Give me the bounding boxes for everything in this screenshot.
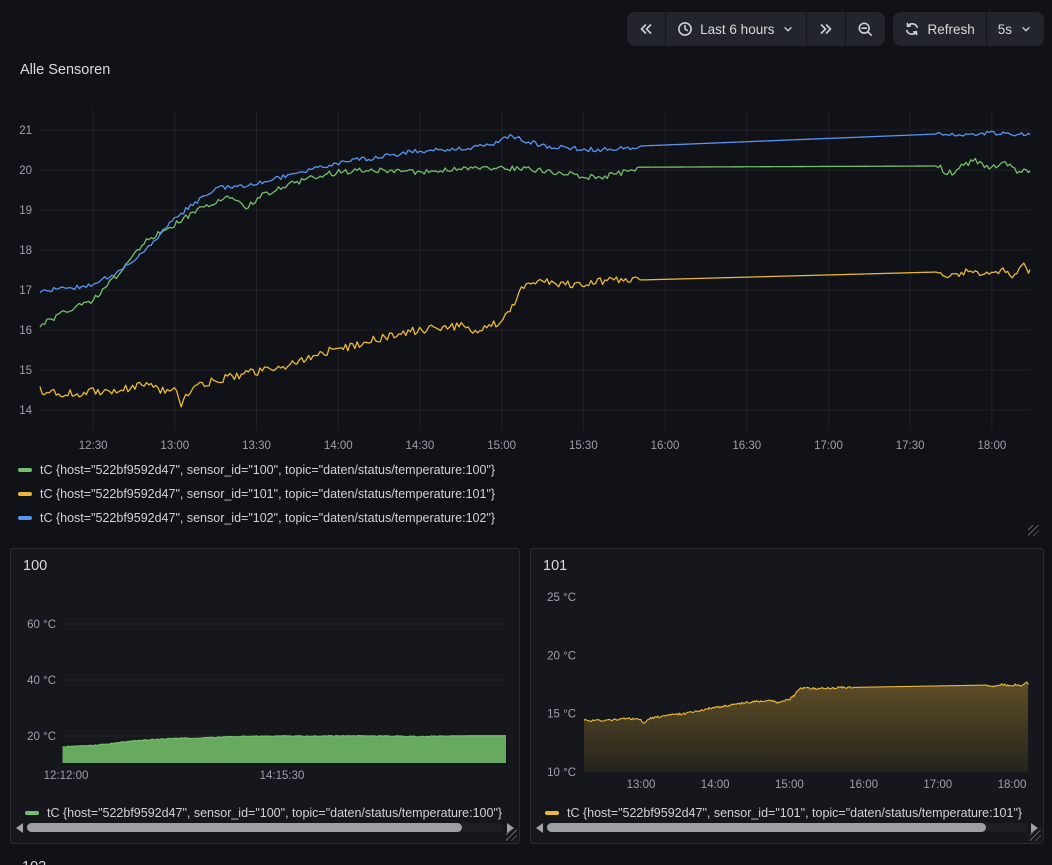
svg-text:20 °C: 20 °C (547, 650, 576, 662)
svg-text:14:15:30: 14:15:30 (260, 770, 305, 782)
time-shift-forward-button[interactable] (806, 12, 845, 46)
horizontal-scrollbar (536, 821, 1038, 834)
series-color-swatch (18, 468, 32, 472)
chevron-down-icon (781, 22, 795, 36)
area-chart-sensor-101[interactable]: 25 °C 20 °C 15 °C 10 °C 13:00 14:00 15:00 16:00… (531, 549, 1041, 799)
svg-text:13:30: 13:30 (242, 440, 271, 452)
refresh-label: Refresh (927, 22, 974, 37)
svg-text:15: 15 (19, 365, 32, 377)
scrollbar-track[interactable] (26, 823, 504, 832)
legend-item[interactable]: tC {host="522bf9592d47", sensor_id="102"… (18, 506, 495, 530)
chevrons-left-icon (638, 21, 654, 37)
svg-text:25 °C: 25 °C (547, 592, 576, 604)
time-range-picker-button[interactable]: Last 6 hours (665, 12, 806, 46)
series-color-swatch (18, 492, 32, 496)
refresh-interval-dropdown[interactable]: 5s (986, 12, 1044, 46)
svg-text:14:30: 14:30 (406, 440, 435, 452)
time-range-button-group: Last 6 hours (627, 12, 885, 46)
legend-item[interactable]: tC {host="522bf9592d47", sensor_id="100"… (18, 458, 495, 482)
legend-label[interactable]: tC {host="522bf9592d47", sensor_id="102"… (40, 511, 495, 525)
scrollbar-thumb[interactable] (27, 823, 462, 832)
panel-title-102[interactable]: 102 (22, 859, 46, 865)
legend-alle-sensoren: tC {host="522bf9592d47", sensor_id="100"… (18, 458, 495, 530)
svg-text:16:30: 16:30 (732, 440, 761, 452)
time-range-label: Last 6 hours (700, 22, 774, 37)
sync-icon (904, 21, 920, 37)
svg-text:16:00: 16:00 (651, 440, 680, 452)
svg-text:20: 20 (19, 165, 32, 177)
legend-label[interactable]: tC {host="522bf9592d47", sensor_id="101"… (567, 806, 1022, 820)
svg-text:14:00: 14:00 (324, 440, 353, 452)
svg-text:19: 19 (19, 205, 32, 217)
chevron-down-icon (1019, 22, 1033, 36)
refresh-button-group: Refresh 5s (893, 12, 1044, 46)
svg-text:10 °C: 10 °C (547, 767, 576, 779)
timeseries-chart-alle-sensoren[interactable]: 21 20 19 18 17 16 15 14 12:30 13:00 13:30 14:00 14:3… (0, 100, 1052, 460)
svg-text:18:00: 18:00 (998, 779, 1027, 791)
area-chart-sensor-100[interactable]: 60 °C 40 °C 20 °C 12:12:00 14:15:30 (11, 549, 517, 799)
svg-text:16:00: 16:00 (849, 779, 878, 791)
panel-100: 100 60 °C40 °C20 °C12:12:0014:15:30 tC {… (10, 548, 520, 844)
svg-text:60 °C: 60 °C (27, 619, 56, 631)
scrollbar-track[interactable] (546, 823, 1028, 832)
svg-text:14: 14 (19, 405, 32, 417)
panel-title-alle-sensoren[interactable]: Alle Sensoren (20, 62, 110, 78)
series-color-swatch (25, 811, 39, 815)
panel-resize-handle[interactable] (506, 830, 517, 841)
svg-text:15:30: 15:30 (569, 440, 598, 452)
time-shift-back-button[interactable] (627, 12, 665, 46)
panel-resize-handle[interactable] (1030, 830, 1041, 841)
scroll-left-arrow[interactable] (536, 823, 543, 833)
svg-text:17:00: 17:00 (814, 440, 843, 452)
series-color-swatch (545, 811, 559, 815)
svg-text:15:00: 15:00 (775, 779, 804, 791)
legend-item[interactable]: tC {host="522bf9592d47", sensor_id="101"… (18, 482, 495, 506)
panel-resize-handle[interactable] (1028, 525, 1039, 536)
chevrons-right-icon (818, 21, 834, 37)
svg-text:20 °C: 20 °C (27, 731, 56, 743)
svg-text:15 °C: 15 °C (547, 709, 576, 721)
svg-text:17: 17 (19, 285, 32, 297)
svg-text:16: 16 (19, 325, 32, 337)
svg-text:17:30: 17:30 (896, 440, 925, 452)
refresh-button[interactable]: Refresh (893, 12, 985, 46)
clock-icon (677, 21, 693, 37)
svg-text:15:00: 15:00 (487, 440, 516, 452)
legend-label[interactable]: tC {host="522bf9592d47", sensor_id="101"… (40, 487, 495, 501)
time-controls-toolbar: Last 6 hours (627, 12, 1044, 46)
svg-text:12:30: 12:30 (79, 440, 108, 452)
svg-text:17:00: 17:00 (923, 779, 952, 791)
legend-label[interactable]: tC {host="522bf9592d47", sensor_id="100"… (40, 463, 495, 477)
scroll-left-arrow[interactable] (16, 823, 23, 833)
svg-text:12:12:00: 12:12:00 (44, 770, 89, 782)
svg-text:18: 18 (19, 245, 32, 257)
grafana-dashboard: Last 6 hours (0, 0, 1052, 865)
legend-label[interactable]: tC {host="522bf9592d47", sensor_id="100"… (47, 806, 502, 820)
panel-101: 101 25 °C20 °C15 °C10 °C13:0014:0015:001… (530, 548, 1044, 844)
zoom-out-button[interactable] (845, 12, 885, 46)
svg-text:14:00: 14:00 (701, 779, 730, 791)
scrollbar-thumb[interactable] (547, 823, 986, 832)
svg-text:18:00: 18:00 (977, 440, 1006, 452)
refresh-interval-label: 5s (998, 22, 1012, 37)
svg-text:13:00: 13:00 (627, 779, 656, 791)
svg-text:40 °C: 40 °C (27, 675, 56, 687)
magnifier-minus-icon (857, 21, 874, 38)
svg-text:21: 21 (19, 125, 32, 137)
horizontal-scrollbar (16, 821, 514, 834)
svg-text:13:00: 13:00 (160, 440, 189, 452)
series-color-swatch (18, 516, 32, 520)
